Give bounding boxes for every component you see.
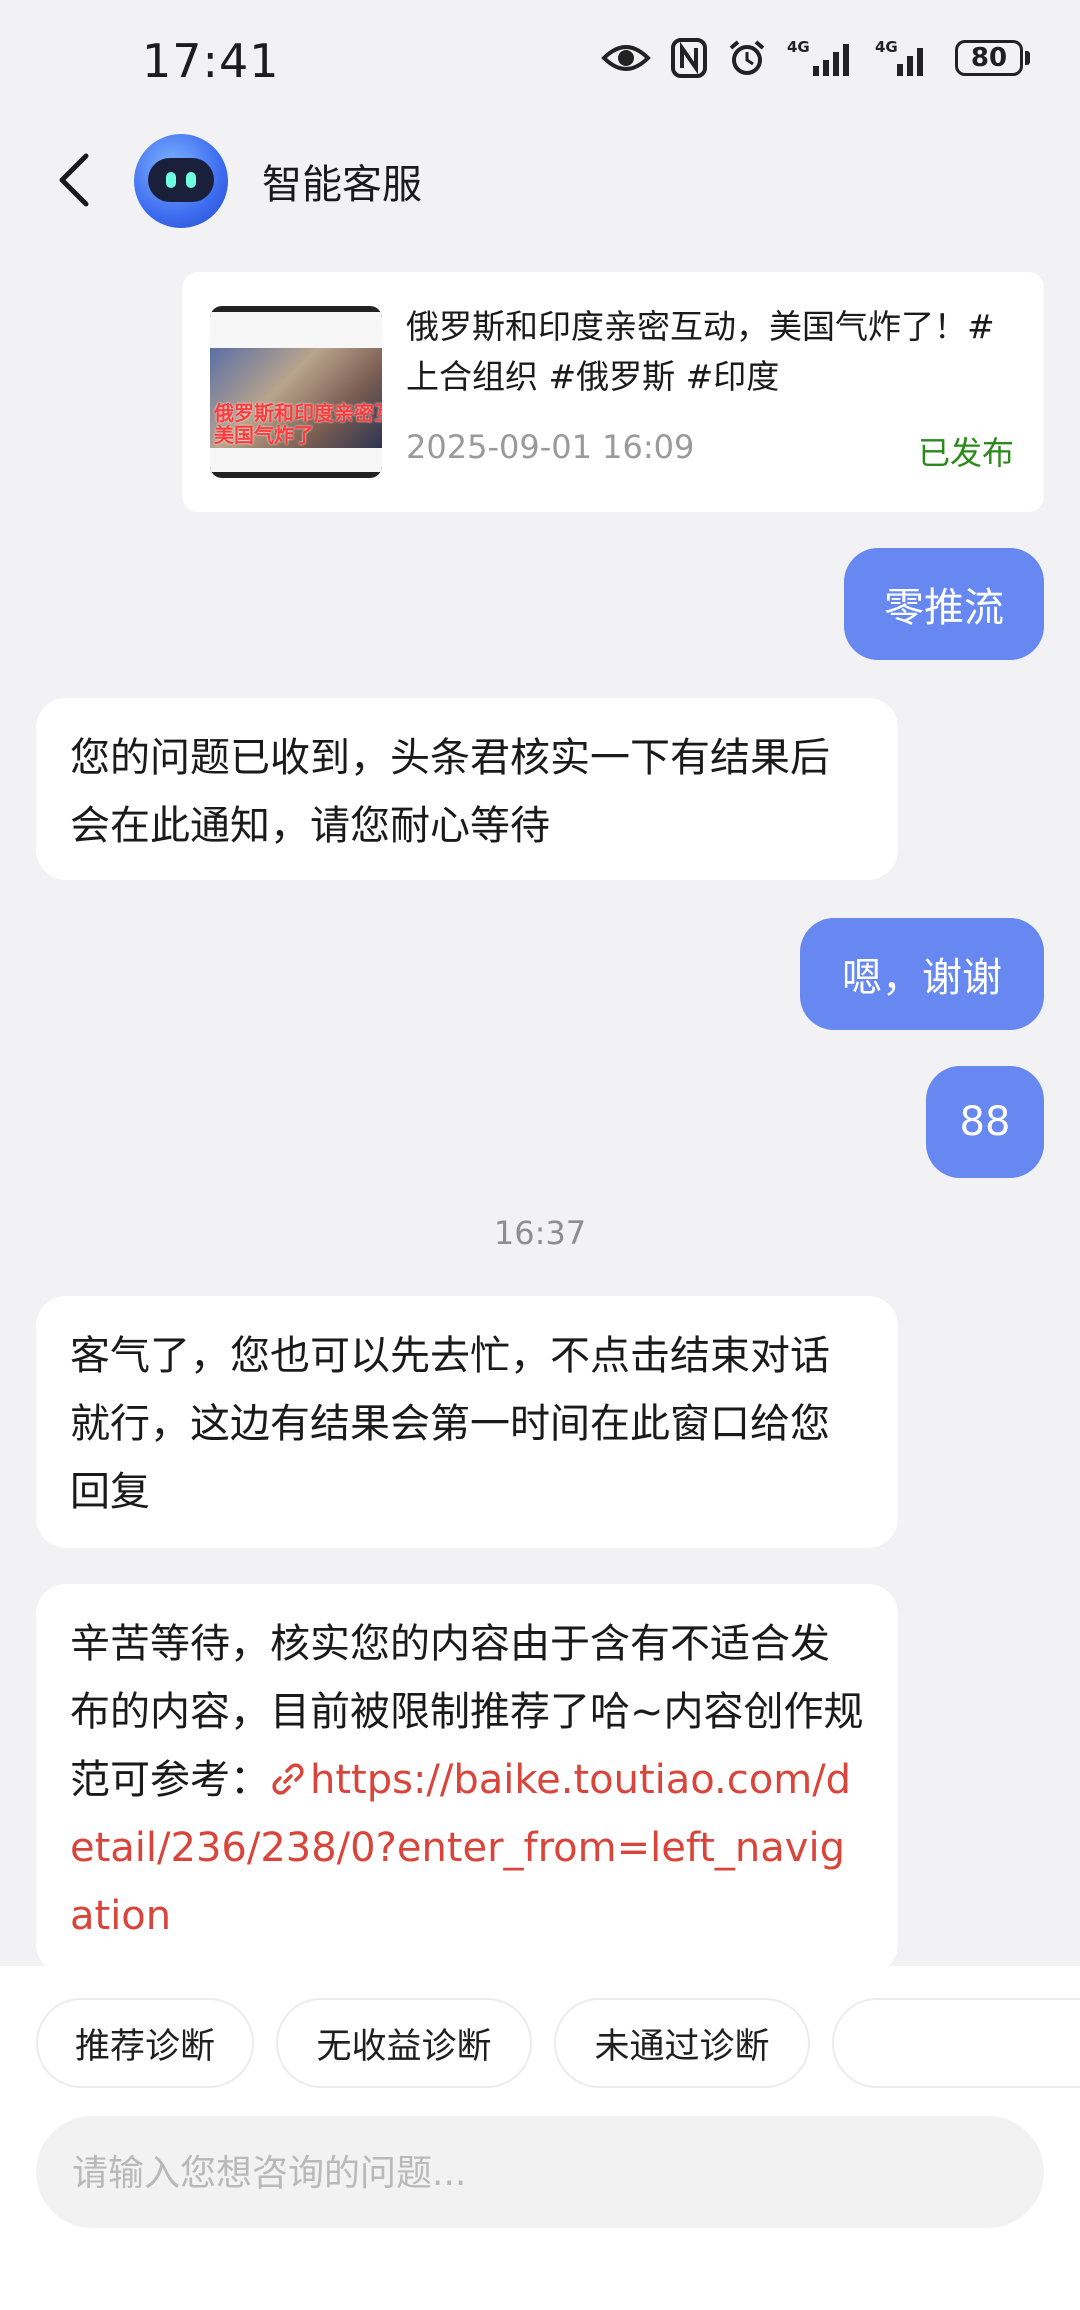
eye-icon [601,45,651,71]
article-status: 已发布 [917,434,1014,472]
article-card[interactable]: 俄罗斯和印度亲密互 美国气炸了 俄罗斯和印度亲密互动，美国气炸了！#上合组织 #… [182,272,1044,512]
status-time: 17:41 [142,34,280,88]
alarm-icon [729,40,765,75]
signal-4g-icon: 4G [787,38,849,76]
thumbnail-caption: 俄罗斯和印度亲密互 美国气炸了 [214,401,382,447]
link-icon [272,1763,304,1795]
user-message: 嗯，谢谢 [800,918,1044,1030]
time-separator: 16:37 [493,1214,587,1252]
quick-action-rejected-diagnosis[interactable]: 未通过诊断 [554,1998,810,2088]
status-icons: 4G 4G 80 [601,38,1030,78]
quick-action-revenue-diagnosis[interactable]: 无收益诊断 [276,1998,532,2088]
bot-message: 辛苦等待，核实您的内容由于含有不适合发布的内容，目前被限制推荐了哈~内容创作规范… [36,1584,898,1974]
question-input[interactable] [70,2116,1014,2230]
article-title: 俄罗斯和印度亲密互动，美国气炸了！#上合组织 #俄罗斯 #印度 [406,307,995,396]
bot-message: 您的问题已收到，头条君核实一下有结果后会在此通知，请您耐心等待 [36,698,898,880]
quick-action-more[interactable] [832,1998,1080,2088]
user-message: 零推流 [844,548,1044,660]
article-thumbnail: 俄罗斯和印度亲密互 美国气炸了 [210,306,382,478]
page-title: 智能客服 [262,162,422,208]
bot-message: 客气了，您也可以先去忙，不点击结束对话就行，这边有结果会第一时间在此窗口给您回复 [36,1296,898,1548]
question-input-container[interactable] [36,2116,1044,2230]
quick-action-recommend-diagnosis[interactable]: 推荐诊断 [36,1998,254,2088]
svg-text:4G: 4G [875,38,898,56]
bot-avatar [134,134,228,228]
signal-4g-icon: 4G [875,38,923,76]
svg-text:4G: 4G [787,38,810,56]
bottom-panel: 推荐诊断 无收益诊断 未通过诊断 [0,1966,1080,2310]
chat-header: 智能客服 [0,120,1080,240]
chevron-left-icon [59,153,89,207]
status-bar: 17:41 4G 4G 80 [0,0,1080,120]
nfc-icon [671,38,707,78]
user-message: 88 [926,1066,1044,1178]
battery-level: 80 [955,40,1023,76]
back-button[interactable] [44,150,104,210]
battery-icon: 80 [955,40,1030,76]
article-date: 2025-09-01 16:09 [406,428,695,466]
